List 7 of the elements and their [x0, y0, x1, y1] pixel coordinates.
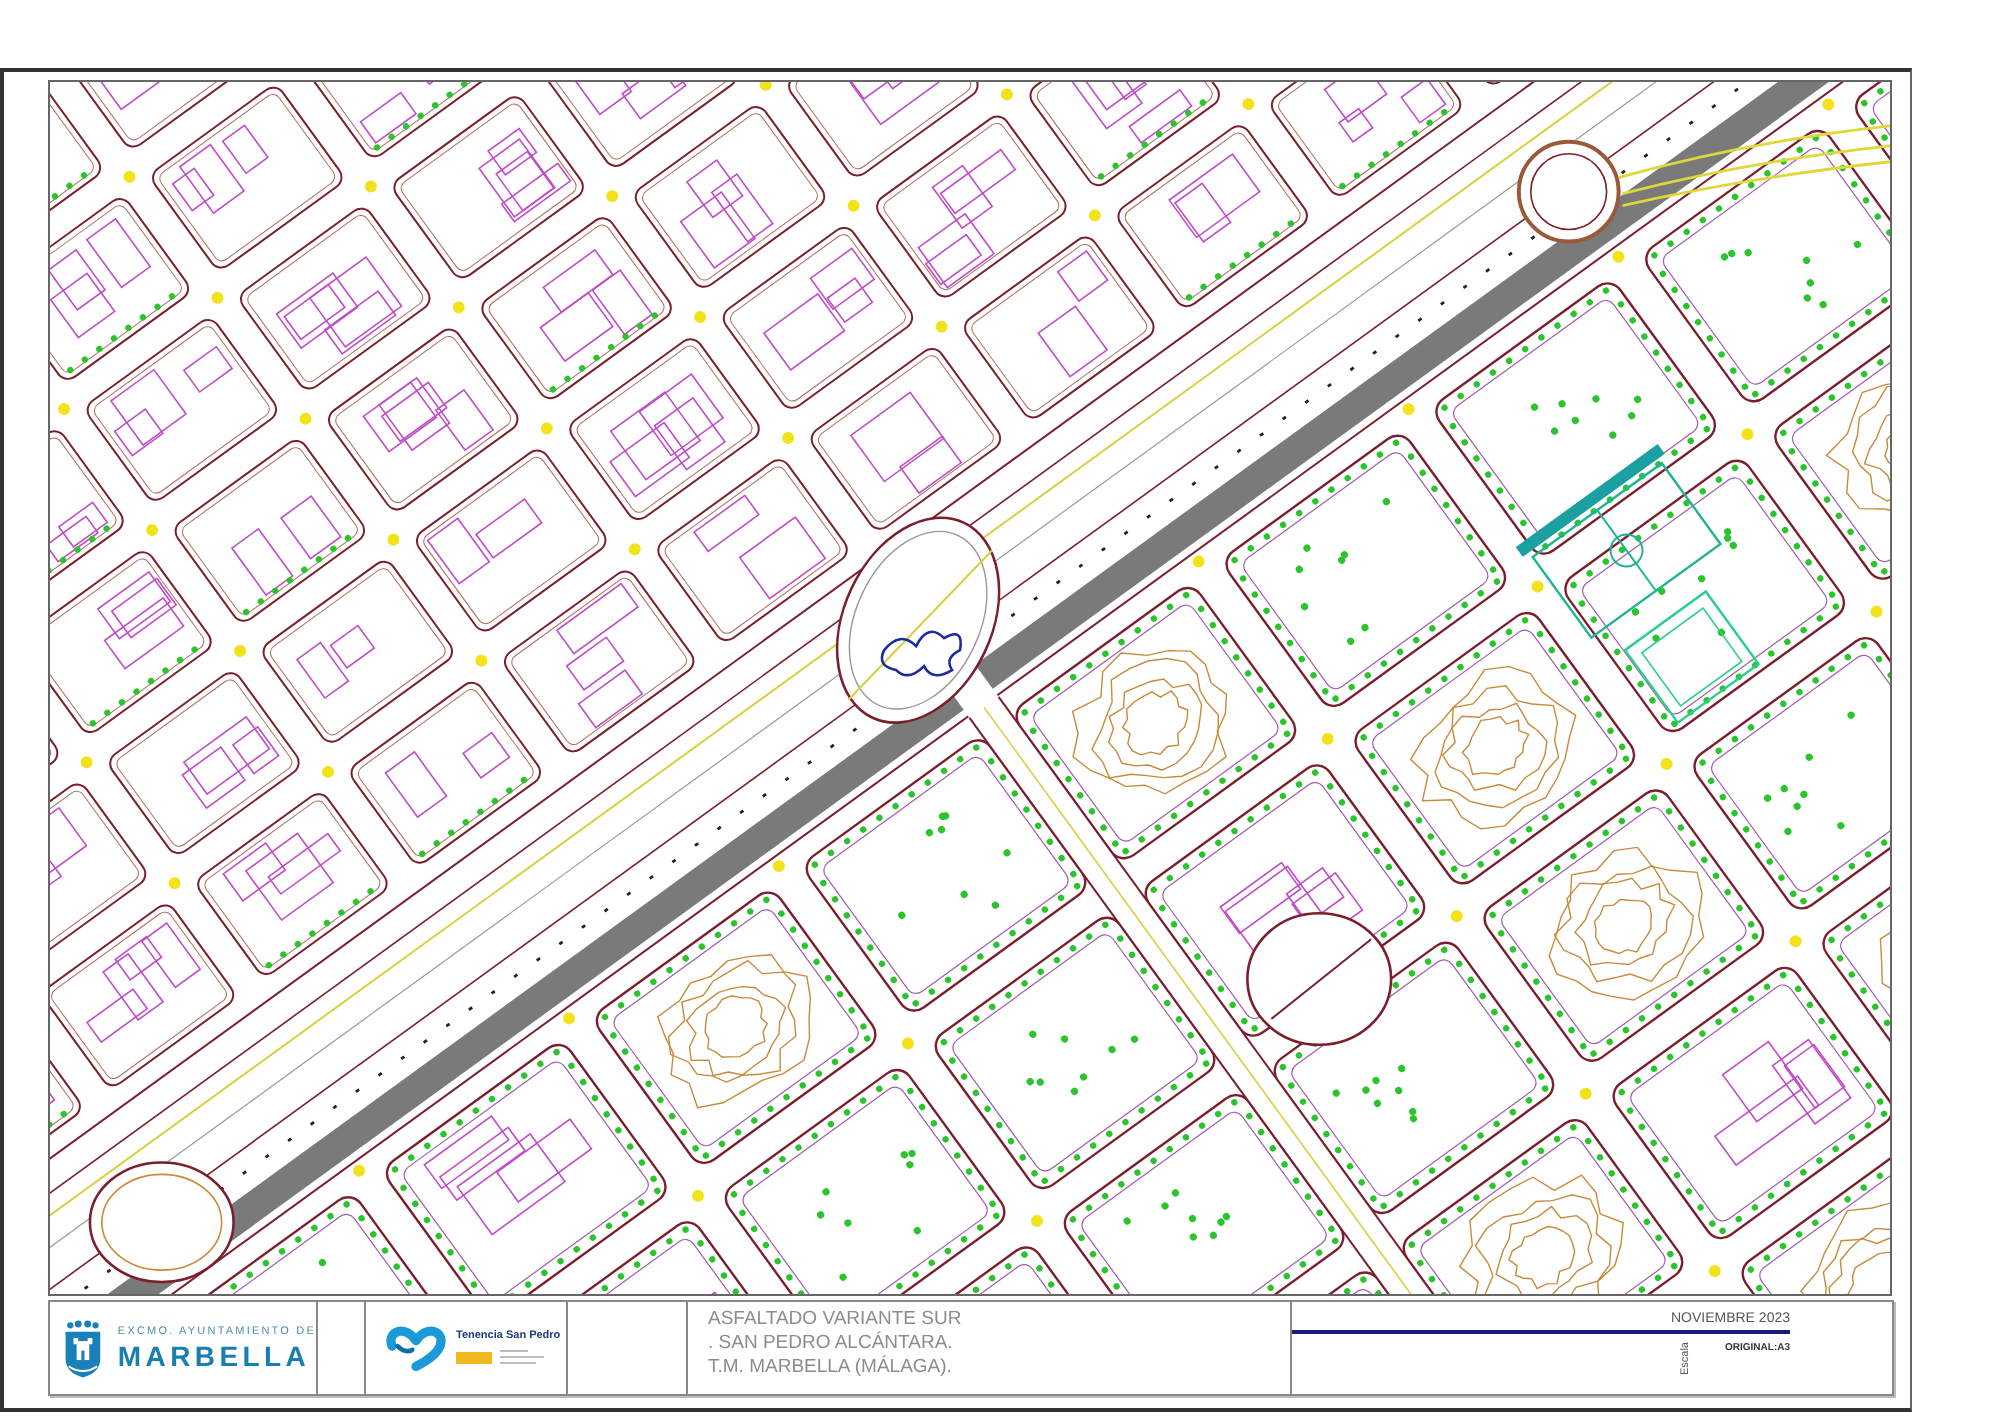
- coat-of-arms-icon: [64, 1317, 102, 1379]
- council-name: MARBELLA: [117, 1341, 313, 1371]
- heart-logo-icon: [382, 1324, 450, 1372]
- project-title-line: ASFALTADO VARIANTE SUR: [708, 1308, 962, 1330]
- project-title-line: T.M. MARBELLA (MÁLAGA).: [708, 1356, 952, 1378]
- project-title-line: . SAN PEDRO ALCÁNTARA.: [708, 1332, 953, 1354]
- logo-tag-drawing: [456, 1347, 548, 1367]
